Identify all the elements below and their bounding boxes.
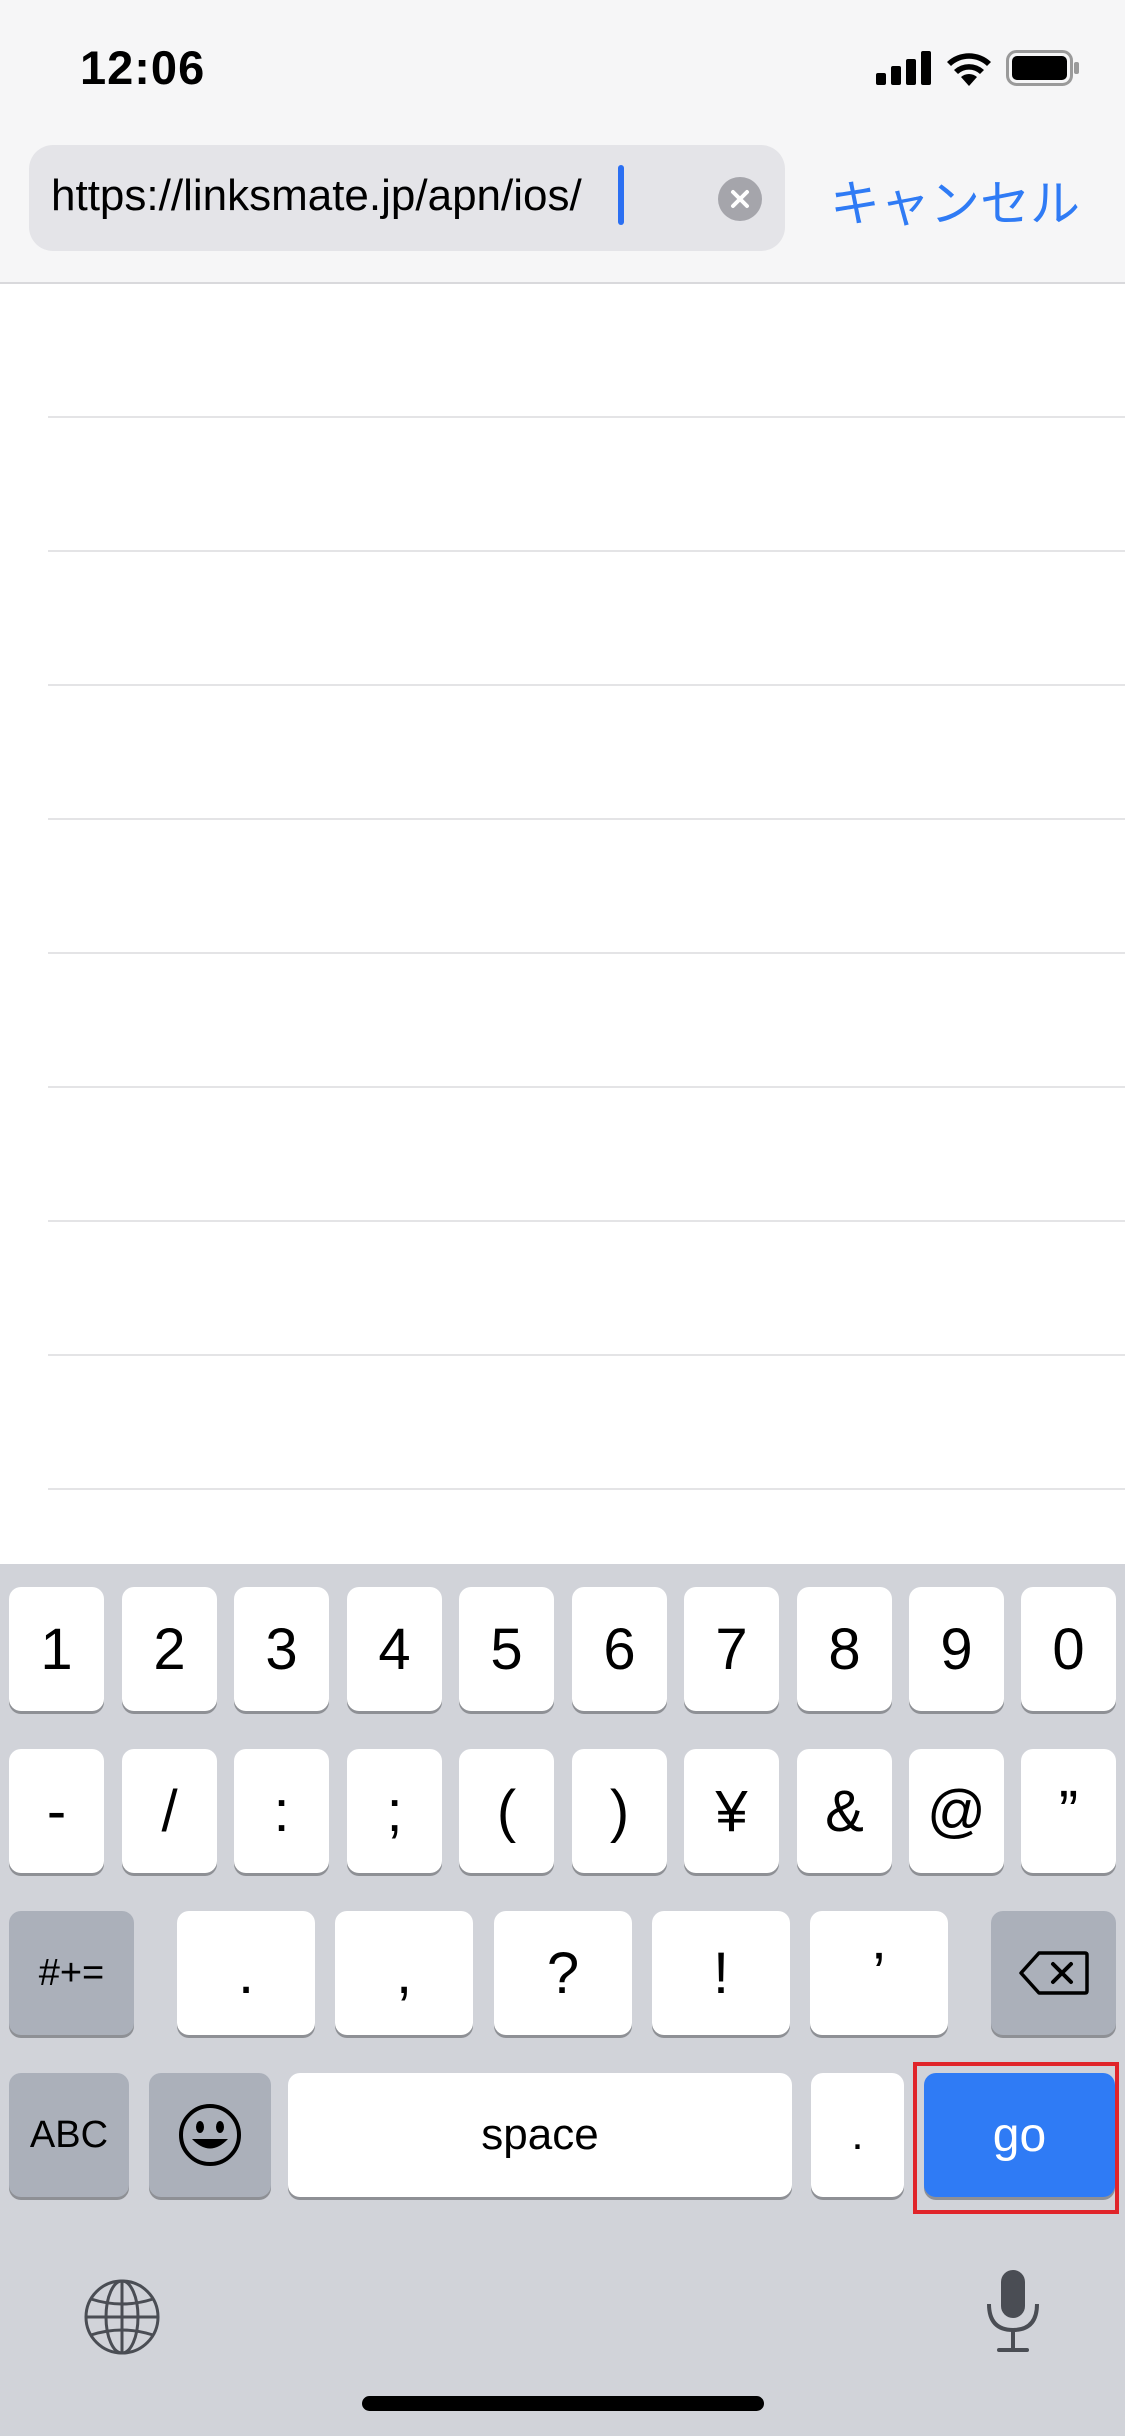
emoji-icon [179, 2104, 241, 2166]
list-item[interactable] [48, 418, 1125, 552]
key-5[interactable]: 5 [459, 1587, 554, 1711]
signal-icon [876, 50, 932, 90]
key-yen[interactable]: ¥ [684, 1749, 779, 1873]
key-0[interactable]: 0 [1021, 1587, 1116, 1711]
key-ampersand[interactable]: & [797, 1749, 892, 1873]
key-double-quote[interactable]: ” [1021, 1749, 1116, 1873]
key-open-paren[interactable]: ( [459, 1749, 554, 1873]
list-item[interactable] [48, 552, 1125, 686]
key-at[interactable]: @ [909, 1749, 1004, 1873]
symbols-toggle-key[interactable]: #+= [9, 1911, 134, 2035]
delete-key[interactable] [991, 1911, 1116, 2035]
key-1[interactable]: 1 [9, 1587, 104, 1711]
go-key-highlight [913, 2062, 1119, 2214]
key-apostrophe[interactable]: ’ [810, 1911, 948, 2035]
list-item[interactable] [48, 686, 1125, 820]
key-7[interactable]: 7 [684, 1587, 779, 1711]
key-6[interactable]: 6 [572, 1587, 667, 1711]
dot-key[interactable]: . [811, 2073, 904, 2197]
navigation-header: 12:06 https://linksmate.jp/apn/ios/ キャンセ… [0, 0, 1125, 284]
key-slash[interactable]: / [122, 1749, 217, 1873]
key-hyphen[interactable]: - [9, 1749, 104, 1873]
key-question[interactable]: ? [494, 1911, 632, 2035]
battery-icon [1006, 49, 1080, 91]
status-icons [876, 49, 1080, 91]
key-comma[interactable]: , [335, 1911, 473, 2035]
key-9[interactable]: 9 [909, 1587, 1004, 1711]
url-input[interactable]: https://linksmate.jp/apn/ios/ [29, 145, 785, 251]
key-colon[interactable]: : [234, 1749, 329, 1873]
list-item[interactable] [48, 284, 1125, 418]
clear-text-button[interactable] [718, 177, 762, 221]
key-semicolon[interactable]: ; [347, 1749, 442, 1873]
key-exclamation[interactable]: ! [652, 1911, 790, 2035]
globe-icon[interactable] [82, 2277, 162, 2362]
status-time: 12:06 [80, 41, 206, 94]
emoji-key[interactable] [149, 2073, 271, 2197]
key-3[interactable]: 3 [234, 1587, 329, 1711]
key-period[interactable]: . [177, 1911, 315, 2035]
list-item[interactable] [48, 820, 1125, 954]
list-item[interactable] [48, 1222, 1125, 1356]
backspace-icon [1018, 1951, 1089, 1995]
abc-key[interactable]: ABC [9, 2073, 129, 2197]
text-cursor [618, 165, 624, 225]
microphone-icon[interactable] [983, 2268, 1043, 2359]
list-item[interactable] [48, 1088, 1125, 1222]
home-indicator [362, 2396, 764, 2411]
list-item[interactable] [48, 1356, 1125, 1490]
list-item[interactable] [48, 954, 1125, 1088]
cancel-button[interactable]: キャンセル [830, 164, 1080, 236]
suggestion-list [0, 284, 1125, 1564]
close-icon [731, 190, 749, 208]
key-8[interactable]: 8 [797, 1587, 892, 1711]
space-key[interactable]: space [288, 2073, 792, 2197]
key-4[interactable]: 4 [347, 1587, 442, 1711]
key-close-paren[interactable]: ) [572, 1749, 667, 1873]
url-input-text[interactable]: https://linksmate.jp/apn/ios/ [51, 171, 582, 221]
key-2[interactable]: 2 [122, 1587, 217, 1711]
wifi-icon [946, 50, 992, 91]
